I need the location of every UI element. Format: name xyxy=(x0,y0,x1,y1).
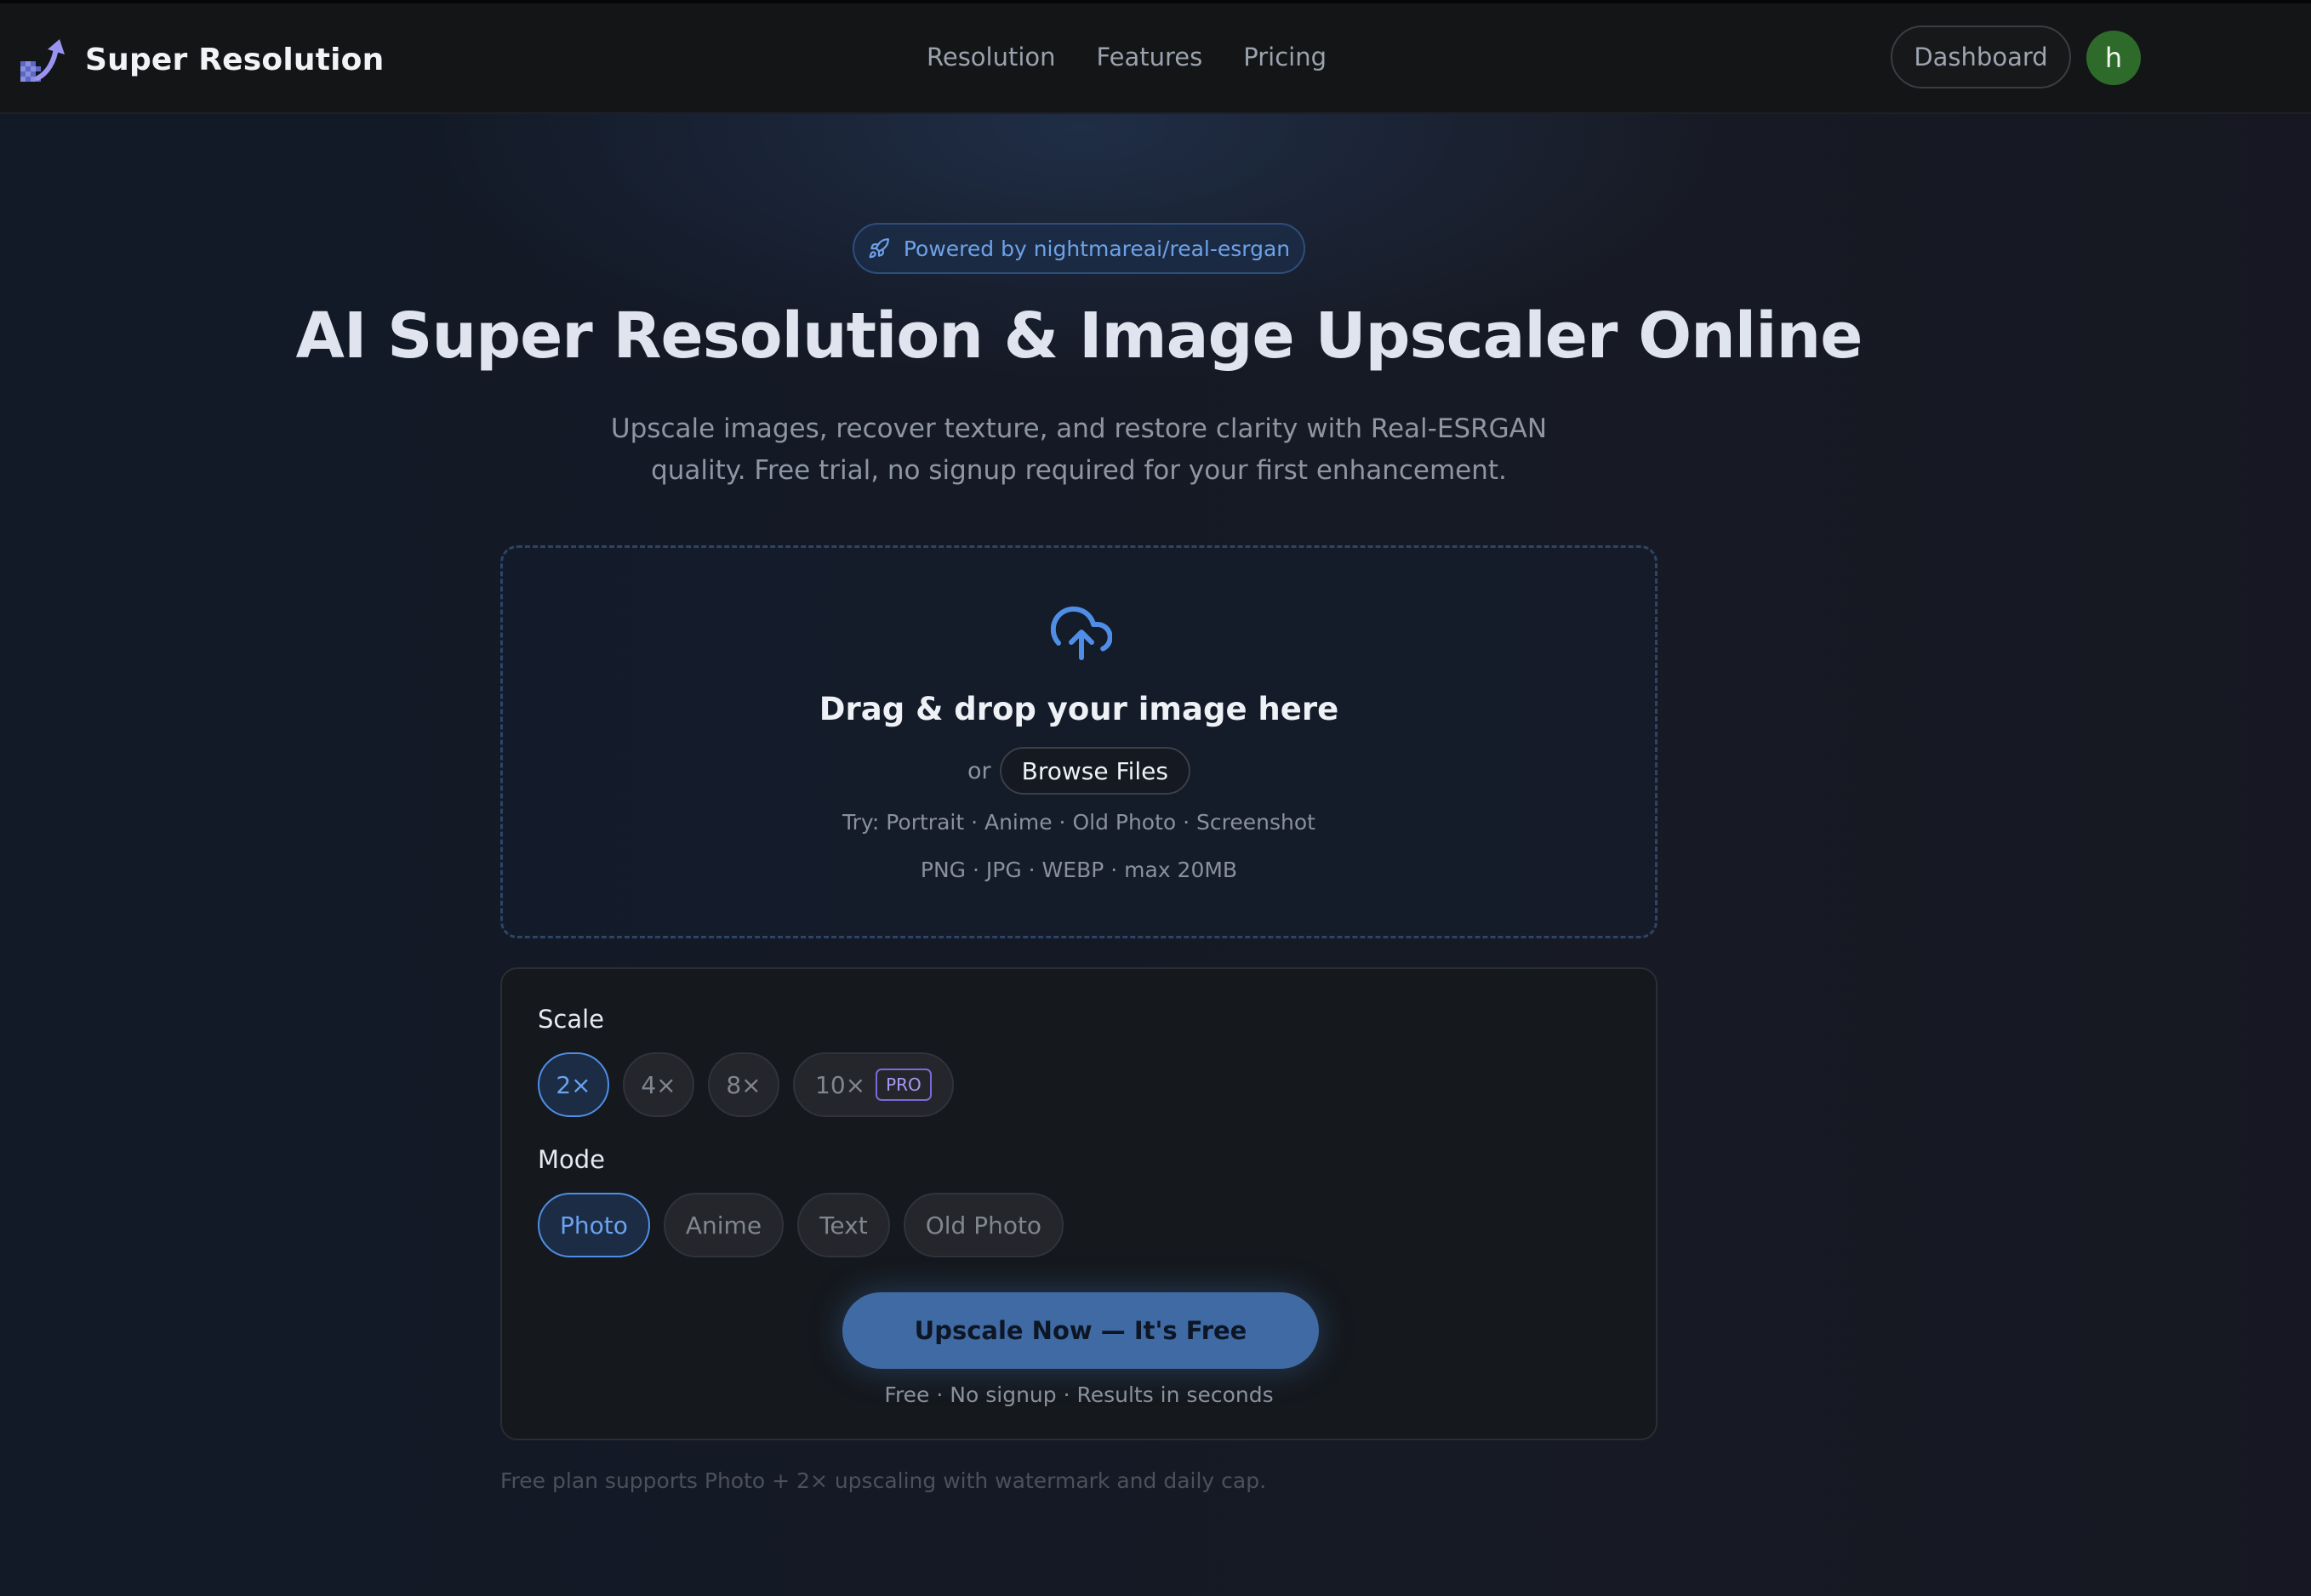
dashboard-button[interactable]: Dashboard xyxy=(1891,26,2071,88)
scale-option-4x[interactable]: 4× xyxy=(623,1052,694,1117)
nav-item-features[interactable]: Features xyxy=(1097,43,1203,71)
mode-option-text[interactable]: Text xyxy=(797,1193,890,1257)
mode-option-photo[interactable]: Photo xyxy=(538,1193,650,1257)
brand[interactable]: Super Resolution xyxy=(19,36,384,83)
rocket-icon xyxy=(869,238,889,259)
scale-option-10x-label: 10× xyxy=(815,1070,866,1099)
image-dropzone[interactable]: Drag & drop your image here or Browse Fi… xyxy=(500,545,1658,938)
pro-badge: PRO xyxy=(876,1069,932,1101)
browse-files-button[interactable]: Browse Files xyxy=(999,747,1190,795)
mode-label: Mode xyxy=(538,1145,606,1174)
page-subtitle: Upscale images, recover texture, and res… xyxy=(596,408,1562,492)
badge-text: Powered by nightmareai/real-esrgan xyxy=(903,236,1291,261)
page-title: AI Super Resolution & Image Upscaler Onl… xyxy=(295,299,1863,373)
brand-name: Super Resolution xyxy=(85,42,385,77)
mode-option-old-photo[interactable]: Old Photo xyxy=(903,1193,1064,1257)
powered-by-badge: Powered by nightmareai/real-esrgan xyxy=(853,223,1305,274)
supported-formats: PNG · JPG · WEBP · max 20MB xyxy=(920,858,1238,882)
scale-option-10x[interactable]: 10× PRO xyxy=(793,1052,954,1117)
dropzone-or-row: or Browse Files xyxy=(503,747,1655,795)
options-panel: Scale 2× 4× 8× 10× PRO Mode Photo Anime … xyxy=(500,967,1658,1440)
nav-item-resolution[interactable]: Resolution xyxy=(927,43,1056,71)
cta-note: Free · No signup · Results in seconds xyxy=(884,1382,1274,1407)
top-navbar: Super Resolution Resolution Features Pri… xyxy=(0,3,2311,114)
nav-item-pricing[interactable]: Pricing xyxy=(1243,43,1327,71)
upscale-now-button[interactable]: Upscale Now — It's Free xyxy=(842,1292,1319,1369)
scale-options: 2× 4× 8× 10× PRO xyxy=(538,1052,967,1117)
scale-label: Scale xyxy=(538,1005,605,1034)
dropzone-title: Drag & drop your image here xyxy=(819,691,1339,727)
scale-option-2x[interactable]: 2× xyxy=(538,1052,609,1117)
free-plan-note: Free plan supports Photo + 2× upscaling … xyxy=(500,1468,1267,1493)
upscale-arrow-icon xyxy=(20,39,65,82)
or-text: or xyxy=(967,757,991,784)
scale-option-8x[interactable]: 8× xyxy=(708,1052,779,1117)
mode-option-anime[interactable]: Anime xyxy=(663,1193,785,1257)
subtitle-line-1: Upscale images, recover texture, and res… xyxy=(610,413,1548,444)
cloud-upload-icon xyxy=(1051,606,1112,660)
mode-options: Photo Anime Text Old Photo xyxy=(538,1193,1077,1257)
user-avatar[interactable]: h xyxy=(2086,31,2141,85)
sample-suggestions[interactable]: Try: Portrait · Anime · Old Photo · Scre… xyxy=(503,810,1655,835)
subtitle-line-2: quality. Free trial, no signup required … xyxy=(651,455,1507,486)
main-nav: Resolution Features Pricing xyxy=(927,43,1367,71)
